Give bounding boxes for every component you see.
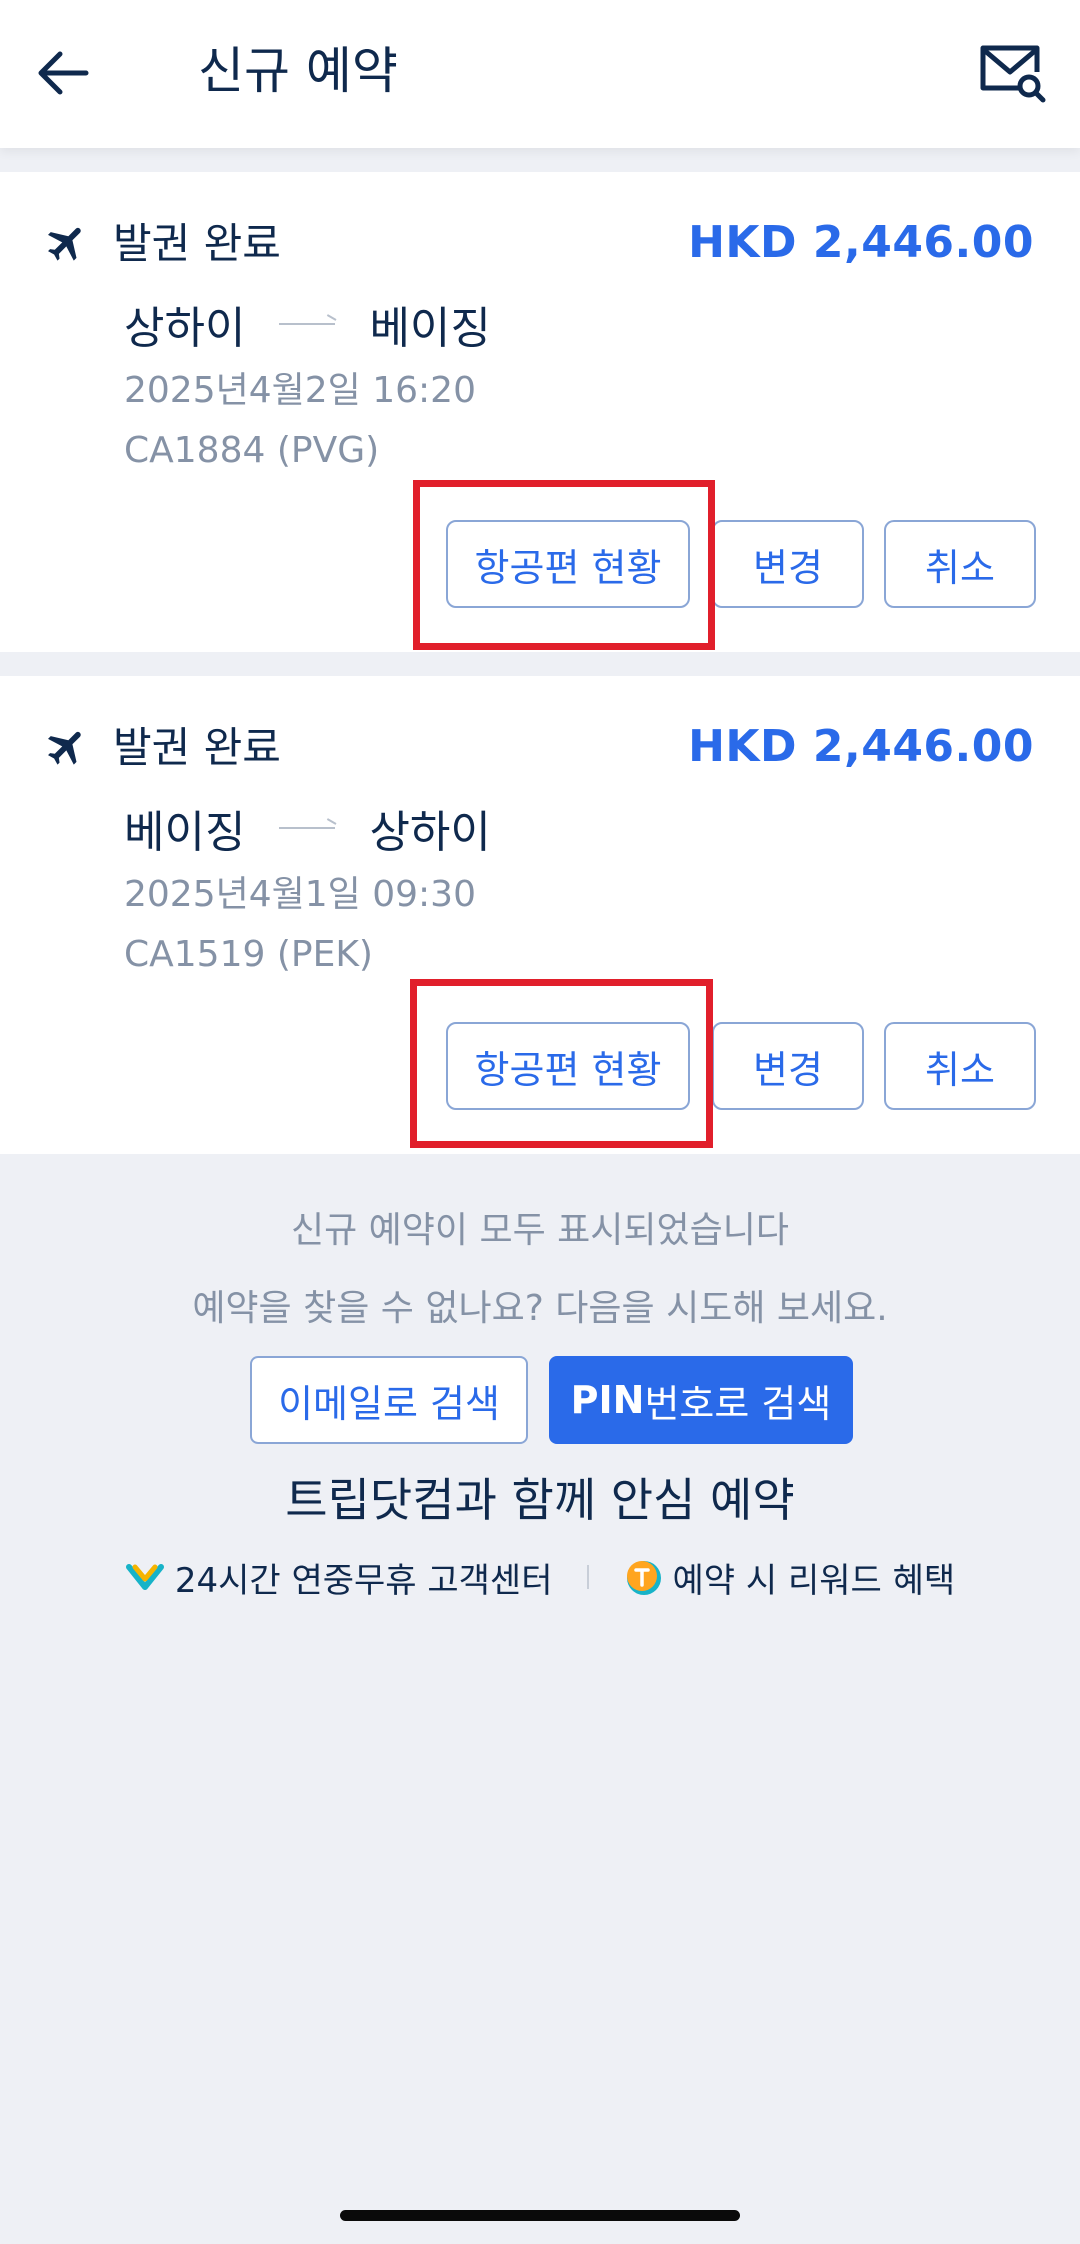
booking-price: HKD 2,446.00 [688,217,1034,268]
benefit-support: 24시간 연중무휴 고객센터 [125,1553,553,1602]
flight-route: 베이징 상하이 [124,798,491,858]
pin-search-label: 번호로 검색 [644,1381,832,1426]
page-title: 신규 예약 [198,42,398,100]
departure-datetime: 2025년4월2일 16:20 [124,370,476,411]
search-by-pin-button[interactable]: PIN 번호로 검색 [549,1356,853,1444]
app-header: 신규 예약 [0,0,1080,148]
change-button[interactable]: 변경 [712,520,864,608]
booking-card[interactable]: 발권 완료 HKD 2,446.00 상하이 베이징 2025년4월2일 16:… [0,172,1080,652]
flight-number: CA1519 (PEK) [124,934,373,975]
change-button[interactable]: 변경 [712,1022,864,1110]
reward-coin-icon [626,1561,661,1595]
all-bookings-shown-text: 신규 예약이 모두 표시되었습니다 [290,1210,789,1251]
cancel-button[interactable]: 취소 [884,1022,1036,1110]
pin-label: PIN [570,1378,645,1422]
home-indicator[interactable] [340,2210,740,2221]
support-heart-icon [125,1564,164,1590]
flight-status-button[interactable]: 항공편 현황 [446,1022,690,1110]
cancel-button[interactable]: 취소 [884,520,1036,608]
route-arrow-icon [279,827,336,829]
flight-number: CA1884 (PVG) [124,430,380,471]
trust-title: 트립닷컴과 함께 안심 예약 [285,1473,795,1527]
benefit-rewards: 예약 시 리워드 혜택 [623,1553,956,1602]
back-button[interactable] [30,38,100,108]
arrow-left-icon [38,51,89,95]
origin-city: 베이징 [124,807,246,858]
not-found-hint-text: 예약을 찾을 수 없나요? 다음을 시도해 보세요. [192,1288,888,1329]
mail-search-button[interactable] [975,38,1047,110]
departure-datetime: 2025년4월1일 09:30 [124,874,476,915]
divider [586,1565,589,1589]
airplane-icon [44,724,90,770]
flight-route: 상하이 베이징 [124,294,491,354]
ticket-status: 발권 완료 [113,219,281,268]
destination-city: 상하이 [369,807,491,858]
flight-status-button[interactable]: 항공편 현황 [446,520,690,608]
booking-price: HKD 2,446.00 [688,721,1034,772]
destination-city: 베이징 [369,303,491,354]
origin-city: 상하이 [124,303,246,354]
ticket-status: 발권 완료 [113,723,281,772]
benefit-support-label: 24시간 연중무휴 고객센터 [174,1560,553,1601]
booking-card[interactable]: 발권 완료 HKD 2,446.00 베이징 상하이 2025년4월1일 09:… [0,676,1080,1154]
mail-search-icon [980,45,1046,103]
search-by-email-button[interactable]: 이메일로 검색 [250,1356,528,1444]
benefits-row: 24시간 연중무휴 고객센터 예약 시 리워드 혜택 [0,1550,1080,1604]
route-arrow-icon [279,323,336,325]
airplane-icon [44,220,90,266]
benefit-rewards-label: 예약 시 리워드 혜택 [672,1560,956,1601]
